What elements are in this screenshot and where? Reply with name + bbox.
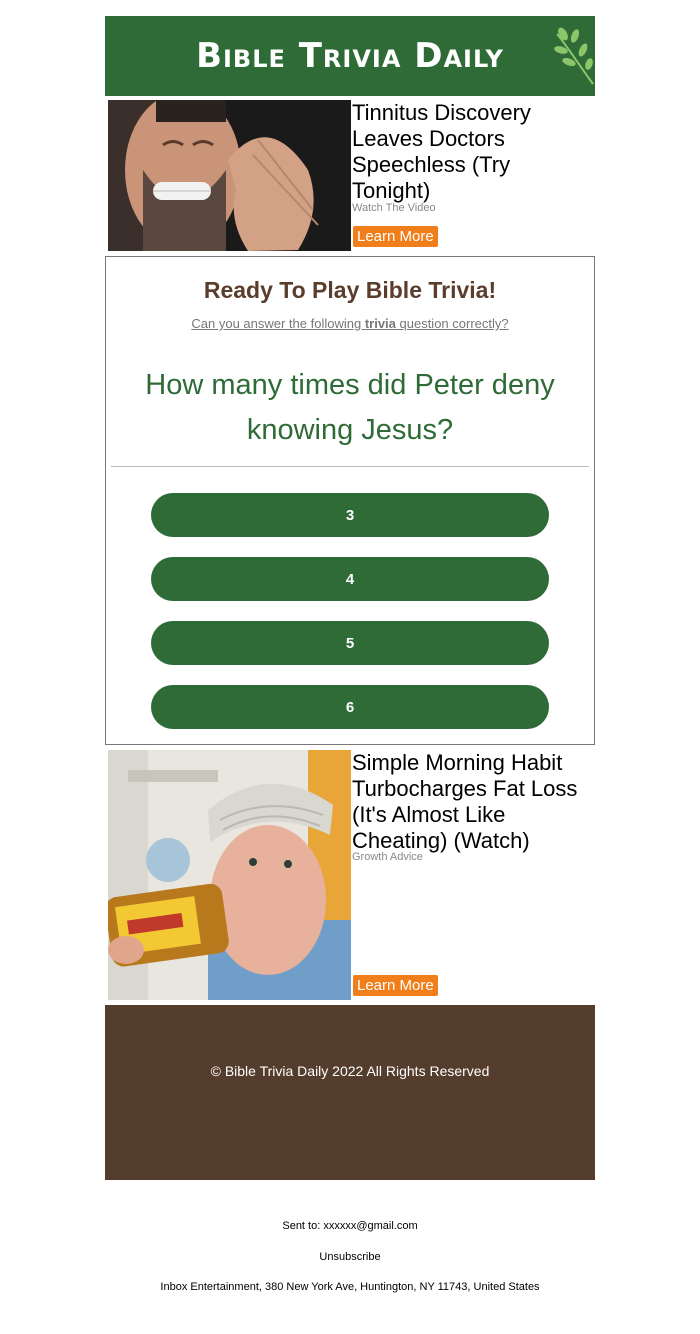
olive-branch-icon <box>554 27 594 85</box>
sent-to-text: Sent to: xxxxxx@gmail.com <box>282 1220 418 1232</box>
sponsored-ad-2[interactable]: Simple Morning Habit Turbocharges Fat Lo… <box>105 750 595 1001</box>
answer-button-4[interactable]: 6 <box>151 685 549 729</box>
ad-image-tinnitus[interactable] <box>108 100 351 251</box>
answer-button-3[interactable]: 5 <box>151 621 549 665</box>
answer-button-1[interactable]: 3 <box>151 493 549 537</box>
ad-source: Growth Advice <box>352 851 423 863</box>
unsubscribe-link[interactable]: Unsubscribe <box>0 1251 700 1263</box>
copyright-text: © Bible Trivia Daily 2022 All Rights Res… <box>210 1063 490 1079</box>
trivia-question: How many times did Peter deny knowing Je… <box>145 369 555 446</box>
quiz-heading: Ready To Play Bible Trivia! <box>203 277 497 303</box>
learn-more-button[interactable]: Learn More <box>353 975 438 996</box>
ad-headline[interactable]: Tinnitus Discovery Leaves Doctors Speech… <box>352 100 592 204</box>
quiz-sub-bold: trivia <box>364 316 396 331</box>
sender-address: Inbox Entertainment, 380 New York Ave, H… <box>160 1281 540 1293</box>
quiz-sub-text-end: question correctly? <box>395 316 509 331</box>
quiz-sub-text: Can you answer the following <box>191 316 365 331</box>
answer-button-2[interactable]: 4 <box>151 557 549 601</box>
ad-headline[interactable]: Simple Morning Habit Turbocharges Fat Lo… <box>352 750 592 854</box>
ad-source: Watch The Video <box>352 202 436 214</box>
learn-more-button[interactable]: Learn More <box>353 226 438 247</box>
quiz-subheading[interactable]: Can you answer the following trivia ques… <box>106 316 594 331</box>
trivia-card: Ready To Play Bible Trivia! Can you answ… <box>105 256 595 745</box>
ad-image-morning-habit[interactable] <box>108 750 351 1000</box>
sponsored-ad-1[interactable]: Tinnitus Discovery Leaves Doctors Speech… <box>105 100 595 252</box>
brand-logo: Bible Trivia Daily <box>196 36 504 76</box>
header-banner[interactable]: Bible Trivia Daily <box>105 16 595 96</box>
divider <box>111 466 589 467</box>
footer: © Bible Trivia Daily 2022 All Rights Res… <box>105 1005 595 1180</box>
